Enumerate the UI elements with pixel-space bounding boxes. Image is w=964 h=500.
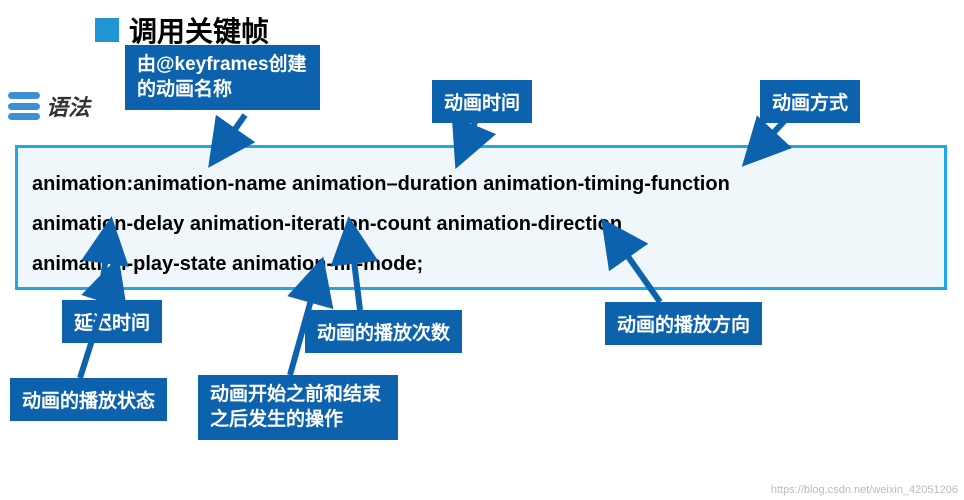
callout-animation-duration: 动画时间 [432, 80, 532, 123]
list-icon [8, 92, 40, 120]
callout-animation-iteration: 动画的播放次数 [305, 310, 462, 353]
callout-animation-name: 由@keyframes创建的动画名称 [125, 45, 320, 110]
code-line-3: animation-play-state animation-fill-mode… [32, 244, 930, 284]
page-title: 调用关键帧 [129, 10, 269, 50]
syntax-label: 语法 [46, 90, 90, 122]
syntax-row: 语法 [8, 90, 90, 122]
callout-animation-delay: 延迟时间 [62, 300, 162, 343]
callout-animation-playstate: 动画的播放状态 [10, 378, 167, 421]
code-line-2: animation-delay animation-iteration-coun… [32, 204, 930, 244]
code-line-1: animation:animation-name animation–durat… [32, 164, 930, 204]
watermark: https://blog.csdn.net/weixin_42051206 [771, 484, 958, 496]
title-row: 调用关键帧 [95, 10, 269, 50]
callout-animation-direction: 动画的播放方向 [605, 302, 762, 345]
callout-animation-fillmode: 动画开始之前和结束之后发生的操作 [198, 375, 398, 440]
callout-animation-timing: 动画方式 [760, 80, 860, 123]
title-bullet-icon [95, 18, 119, 42]
code-box: animation:animation-name animation–durat… [15, 145, 947, 290]
